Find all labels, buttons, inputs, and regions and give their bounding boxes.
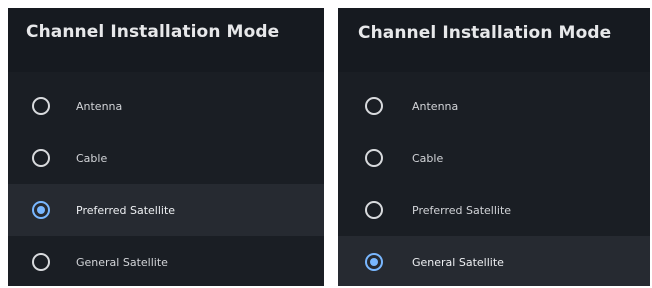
- screen-right-panel: Channel Installation Mode Antenna Cable …: [338, 8, 650, 286]
- option-label: General Satellite: [76, 255, 168, 269]
- page-title: Channel Installation Mode: [358, 23, 612, 43]
- option-cable[interactable]: Cable: [8, 132, 324, 184]
- page-title: Channel Installation Mode: [26, 22, 280, 42]
- radio-unchecked-icon[interactable]: [32, 97, 50, 115]
- radio-unchecked-icon[interactable]: [365, 97, 383, 115]
- option-label: Preferred Satellite: [76, 203, 176, 217]
- screen-left-panel: Channel Installation Mode Antenna Cable …: [8, 8, 324, 286]
- option-label: Antenna: [412, 99, 459, 113]
- option-general-satellite[interactable]: General Satellite: [338, 236, 650, 286]
- option-general-satellite[interactable]: General Satellite: [8, 236, 324, 286]
- option-label: Cable: [76, 151, 108, 165]
- option-cable[interactable]: Cable: [338, 132, 650, 184]
- option-list: Antenna Cable Preferred Satellite Genera…: [8, 72, 324, 286]
- option-label: Preferred Satellite: [412, 203, 512, 217]
- option-antenna[interactable]: Antenna: [338, 80, 650, 132]
- option-preferred-satellite[interactable]: Preferred Satellite: [8, 184, 324, 236]
- option-list: Antenna Cable Preferred Satellite Genera…: [338, 72, 650, 286]
- radio-checked-icon[interactable]: [32, 201, 50, 219]
- option-label: General Satellite: [412, 255, 504, 269]
- option-label: Cable: [412, 151, 444, 165]
- radio-unchecked-icon[interactable]: [365, 201, 383, 219]
- radio-unchecked-icon[interactable]: [32, 149, 50, 167]
- radio-checked-icon[interactable]: [365, 253, 383, 271]
- radio-unchecked-icon[interactable]: [365, 149, 383, 167]
- option-antenna[interactable]: Antenna: [8, 80, 324, 132]
- option-preferred-satellite[interactable]: Preferred Satellite: [338, 184, 650, 236]
- radio-unchecked-icon[interactable]: [32, 253, 50, 271]
- option-label: Antenna: [76, 99, 123, 113]
